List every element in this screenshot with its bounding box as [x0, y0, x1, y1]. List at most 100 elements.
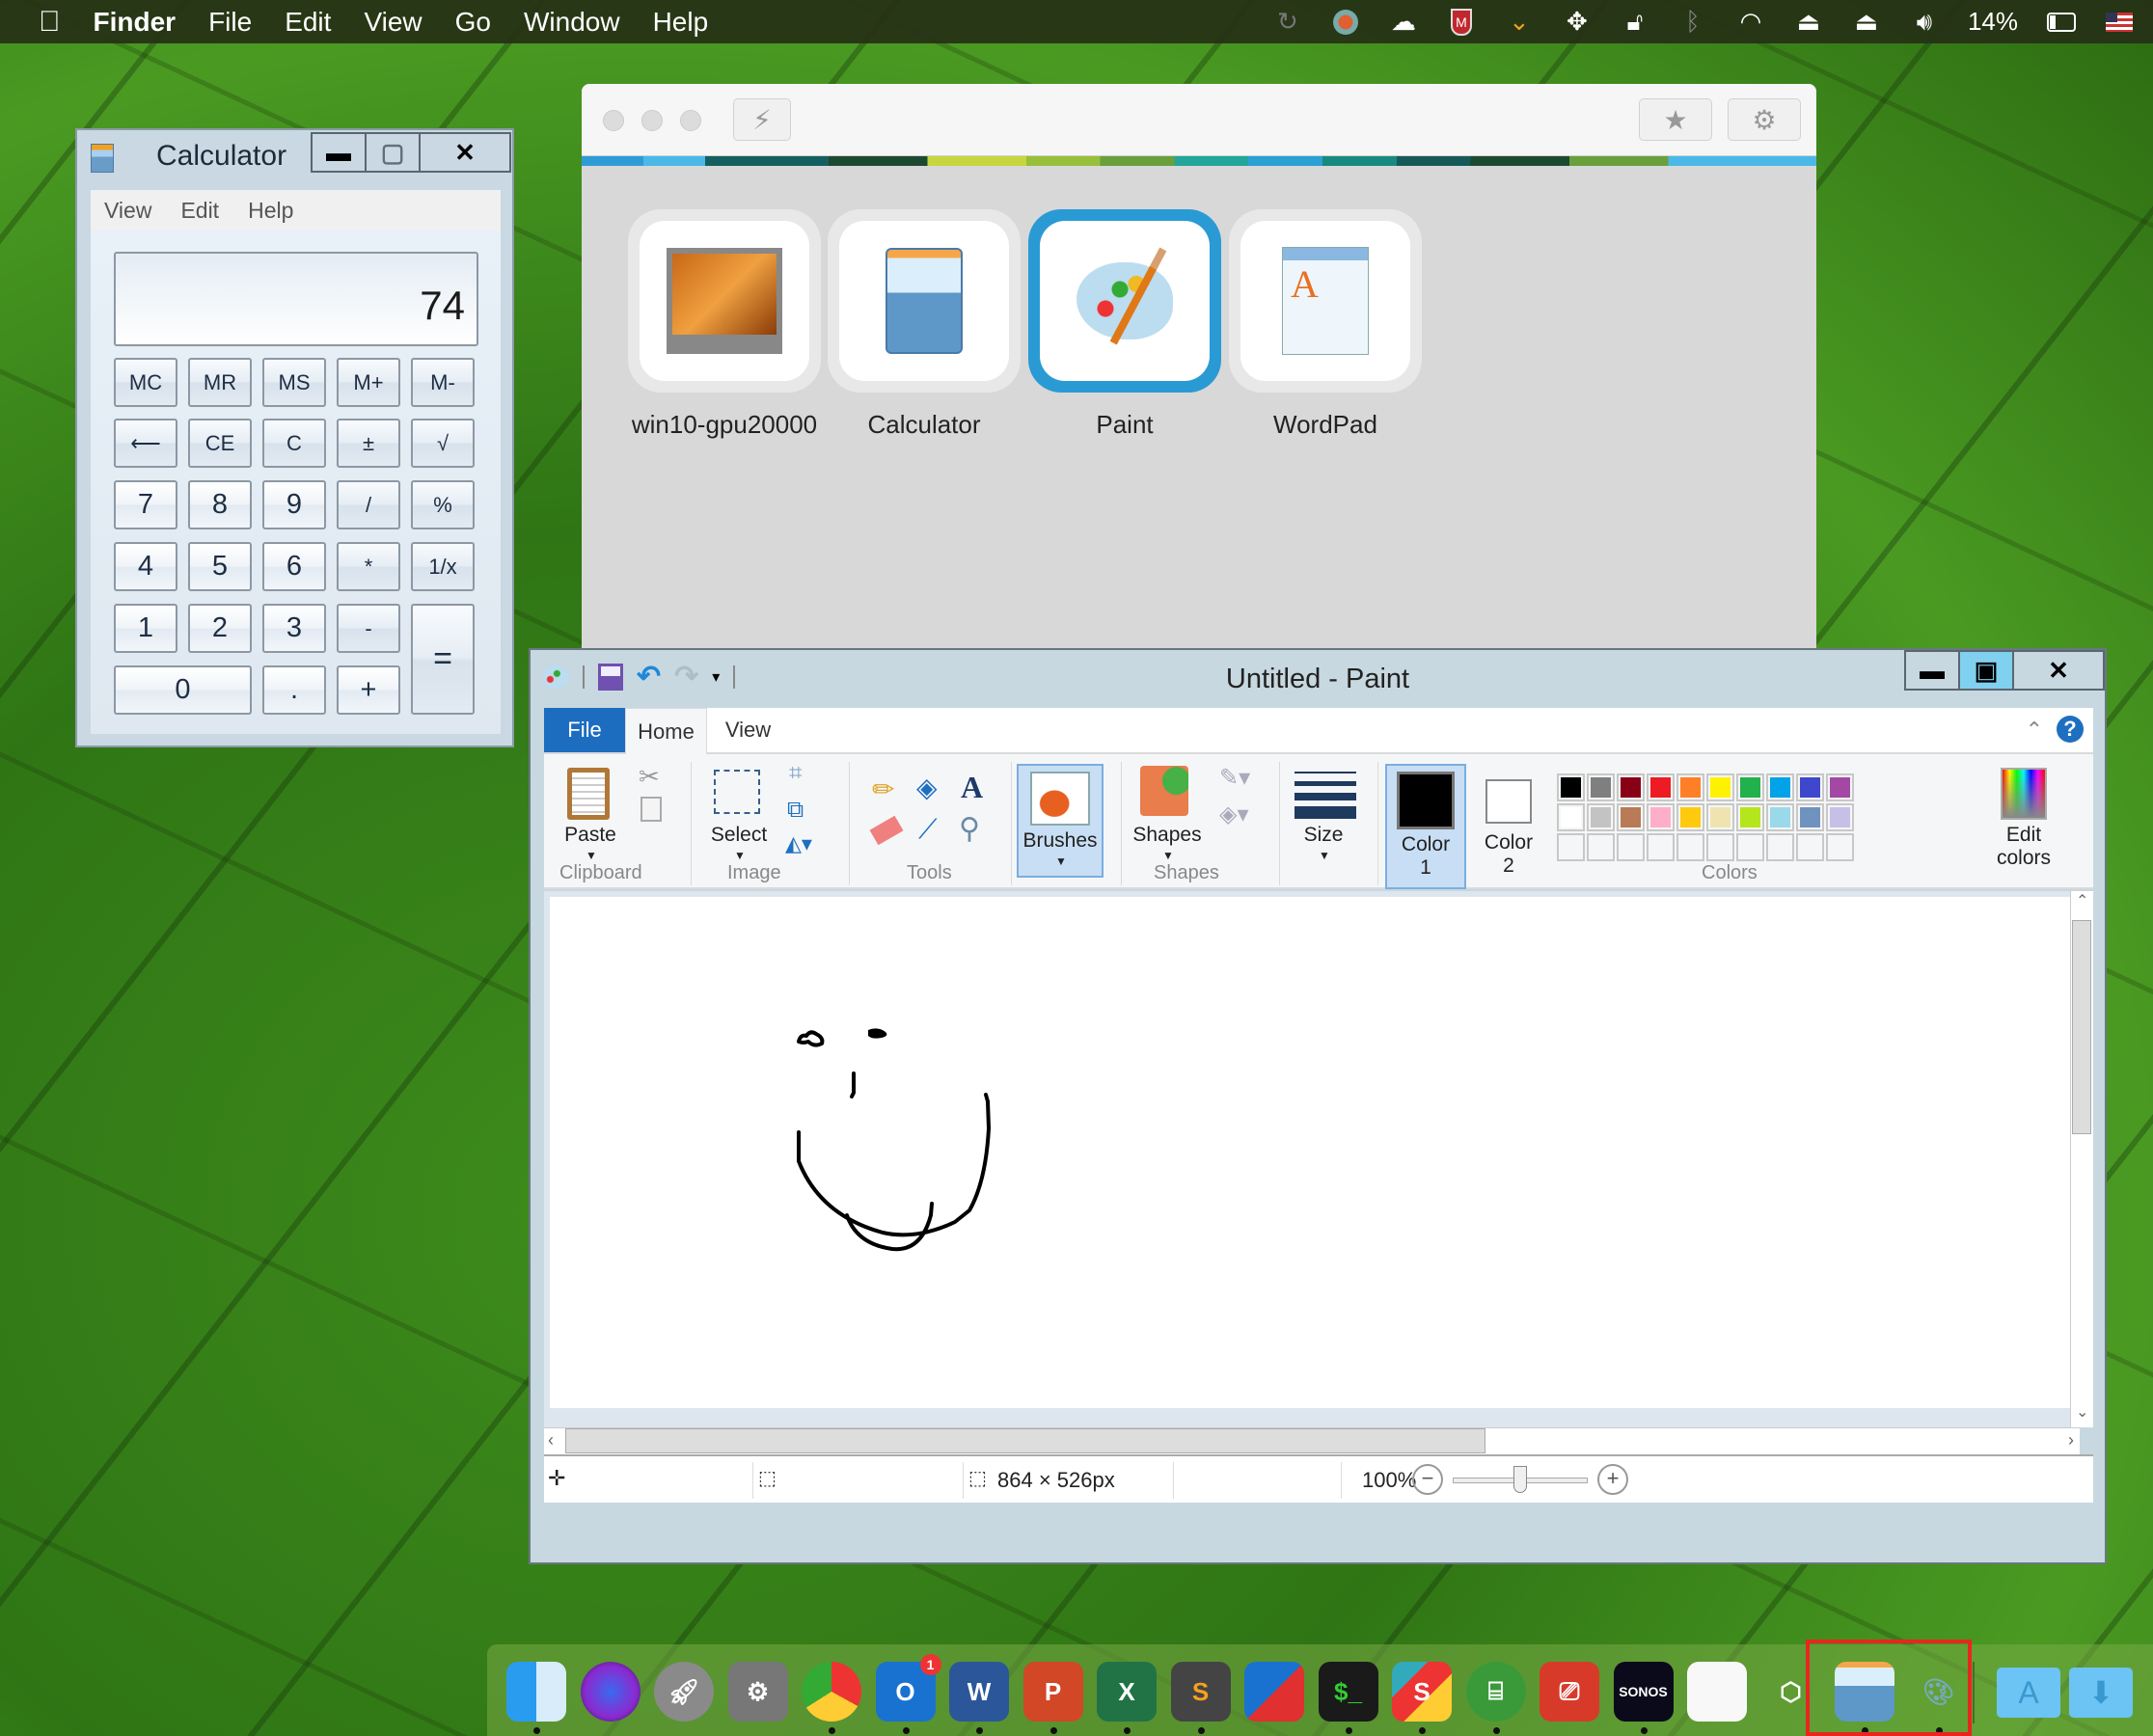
volume-icon[interactable]: 🔊︎ [1910, 7, 1939, 37]
calc-key[interactable]: / [337, 480, 400, 529]
minimize-button[interactable]: ▬ [313, 134, 367, 171]
color-picker-icon[interactable]: ⟋ [918, 814, 938, 846]
menu-edit[interactable]: Edit [285, 7, 331, 38]
resize-icon[interactable]: ⧉ [787, 797, 804, 824]
minimize-traffic-light[interactable] [641, 110, 663, 131]
zoom-slider-thumb[interactable] [1513, 1466, 1527, 1493]
calc-menu-help[interactable]: Help [248, 198, 293, 224]
calc-key[interactable]: 6 [262, 542, 326, 591]
launchpad-icon[interactable]: 🚀︎ [654, 1662, 714, 1722]
calc-key[interactable]: 0 [114, 665, 252, 715]
sonos-icon[interactable]: SONOS [1613, 1662, 1674, 1722]
zoom-out-button[interactable]: − [1412, 1464, 1443, 1495]
slack-icon[interactable]: S [1392, 1662, 1452, 1722]
palette-swatch[interactable] [1587, 833, 1615, 861]
menu-window[interactable]: Window [524, 7, 620, 38]
scroll-down-icon[interactable]: ⌄ [2076, 1402, 2088, 1422]
scroll-left-icon[interactable]: ‹ [548, 1430, 554, 1451]
palette-swatch[interactable] [1826, 773, 1854, 801]
menu-help[interactable]: Help [653, 7, 709, 38]
close-traffic-light[interactable] [603, 110, 624, 131]
palette-swatch[interactable] [1587, 773, 1615, 801]
palette-swatch[interactable] [1706, 833, 1734, 861]
collapse-ribbon-icon[interactable]: ⌃ [2026, 718, 2043, 743]
zoom-in-button[interactable]: + [1597, 1464, 1628, 1495]
battery-icon[interactable] [2047, 8, 2076, 37]
lock-icon[interactable]: 🔓︎ [1621, 7, 1649, 37]
app-tile-paint[interactable]: Paint [1028, 209, 1221, 440]
brushes-button[interactable]: Brushes ▼ [1017, 764, 1104, 878]
paste-button[interactable]: Paste ▼ [559, 762, 621, 862]
palette-swatch[interactable] [1796, 773, 1824, 801]
maximize-button[interactable]: ▣ [1960, 652, 2014, 689]
maximize-button[interactable]: ▢ [367, 134, 421, 171]
resize-icon[interactable]: ✥ [1563, 7, 1592, 37]
tab-home[interactable]: Home [625, 708, 707, 754]
terminal-icon[interactable]: $_ [1318, 1662, 1378, 1722]
calc-key[interactable]: * [337, 542, 400, 591]
calc-key[interactable]: CE [188, 419, 252, 468]
calc-key[interactable]: + [337, 665, 400, 715]
menu-app-name[interactable]: Finder [94, 7, 177, 38]
palette-swatch[interactable] [1557, 773, 1585, 801]
calc-key[interactable]: ⟵ [114, 419, 177, 468]
calc-key[interactable]: 7 [114, 480, 177, 529]
fill-icon[interactable]: ◈▾ [1219, 800, 1249, 828]
calc-menu-view[interactable]: View [104, 198, 151, 224]
time-machine-icon[interactable]: ↻ [1273, 7, 1302, 37]
outlook-icon[interactable]: O1 [875, 1654, 941, 1722]
apple-menu-icon[interactable]:  [39, 6, 61, 39]
keynote-remote-icon[interactable]: ⌸ [1465, 1662, 1526, 1722]
size-button[interactable]: Size ▼ [1287, 762, 1360, 862]
crossover-icon[interactable] [1331, 8, 1360, 37]
wifi-icon[interactable]: ◠ [1736, 7, 1765, 37]
rotate-icon[interactable]: ◭▾ [785, 831, 812, 856]
app-tile-calculator[interactable]: Calculator [828, 209, 1021, 440]
palette-swatch[interactable] [1706, 773, 1734, 801]
scroll-right-icon[interactable]: › [2068, 1430, 2074, 1451]
calc-key[interactable]: . [262, 665, 326, 715]
calc-key[interactable]: MS [262, 358, 326, 407]
calc-key[interactable]: ± [337, 419, 400, 468]
battery-percent[interactable]: 14% [1968, 7, 2018, 37]
tab-file[interactable]: File [544, 708, 625, 752]
fill-bucket-icon[interactable]: ◈ [916, 772, 938, 803]
calc-key[interactable]: 1/x [411, 542, 475, 591]
minimize-button[interactable]: ▬ [1906, 652, 1960, 689]
palette-swatch[interactable] [1676, 773, 1704, 801]
palette-swatch[interactable] [1826, 803, 1854, 831]
palette-swatch[interactable] [1647, 773, 1675, 801]
palette-swatch[interactable] [1736, 833, 1764, 861]
drawing-canvas[interactable] [550, 897, 2074, 1408]
menu-go[interactable]: Go [455, 7, 491, 38]
outline-icon[interactable]: ✎▾ [1219, 764, 1250, 792]
close-button[interactable]: ✕ [2014, 652, 2103, 689]
word-icon[interactable]: W [949, 1662, 1009, 1722]
siri-icon[interactable] [580, 1662, 640, 1722]
crop-icon[interactable]: ⌗ [789, 760, 803, 787]
bluetooth-icon[interactable]: ᛒ [1678, 7, 1707, 37]
menu-view[interactable]: View [364, 7, 422, 38]
app-tile-win10-gpu20000[interactable]: win10-gpu20000 [628, 209, 821, 440]
calc-key[interactable]: 4 [114, 542, 177, 591]
palette-swatch[interactable] [1587, 803, 1615, 831]
palette-swatch[interactable] [1766, 773, 1794, 801]
palette-swatch[interactable] [1617, 833, 1645, 861]
copy-icon[interactable] [640, 797, 662, 822]
magnifier-icon[interactable]: ⚲ [959, 812, 980, 846]
palette-swatch[interactable] [1676, 833, 1704, 861]
app-tile-wordpad[interactable]: A WordPad [1229, 209, 1422, 440]
palette-swatch[interactable] [1766, 803, 1794, 831]
zoom-traffic-light[interactable] [680, 110, 701, 131]
vertical-scroll-thumb[interactable] [2072, 920, 2091, 1134]
horizontal-scroll-thumb[interactable] [565, 1428, 1485, 1453]
calc-key[interactable]: M- [411, 358, 475, 407]
palette-swatch[interactable] [1706, 803, 1734, 831]
mcafee-icon[interactable]: M [1447, 8, 1476, 37]
remote-desktop-icon[interactable]: ⎚ [1540, 1662, 1599, 1722]
edit-colors-button[interactable]: Edit colors [1985, 762, 2062, 869]
favorites-star-icon[interactable]: ★ [1639, 98, 1712, 141]
chrome-icon[interactable] [802, 1662, 861, 1722]
tab-view[interactable]: View [707, 708, 789, 752]
disconnect-plug-icon[interactable]: ⚡︎ [733, 98, 791, 141]
